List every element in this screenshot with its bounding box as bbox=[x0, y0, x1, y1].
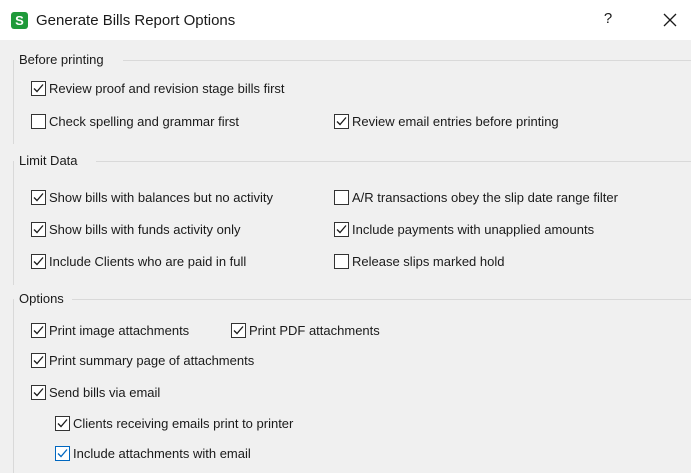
checkbox-label: Print PDF attachments bbox=[249, 323, 380, 338]
checkbox-label: Print image attachments bbox=[49, 323, 190, 338]
checkbox-label: Review proof and revision stage bills fi… bbox=[49, 81, 285, 96]
checkmark-icon bbox=[33, 257, 44, 266]
checkbox-box[interactable] bbox=[334, 222, 349, 237]
checkbox-label: Show bills with funds activity only bbox=[49, 222, 241, 237]
checkbox-box[interactable] bbox=[334, 190, 349, 205]
checkbox-check-spelling[interactable]: Check spelling and grammar first bbox=[31, 114, 239, 129]
checkbox-show-bills-funds[interactable]: Show bills with funds activity only bbox=[31, 222, 240, 237]
checkbox-send-bills-email[interactable]: Send bills via email bbox=[31, 385, 160, 400]
checkmark-icon bbox=[57, 419, 68, 428]
group-border bbox=[13, 161, 14, 285]
checkbox-print-summary-page[interactable]: Print summary page of attachments bbox=[31, 353, 254, 368]
checkbox-label: A/R transactions obey the slip date rang… bbox=[352, 190, 618, 205]
group-border bbox=[13, 299, 14, 473]
checkbox-box[interactable] bbox=[334, 254, 349, 269]
close-button[interactable] bbox=[656, 8, 684, 32]
group-border bbox=[96, 161, 691, 162]
checkmark-icon bbox=[33, 326, 44, 335]
checkbox-label: Show bills with balances but no activity bbox=[49, 190, 274, 205]
checkbox-box[interactable] bbox=[31, 254, 46, 269]
checkbox-label: Review email entries before printing bbox=[352, 114, 559, 129]
dialog-title: Generate Bills Report Options bbox=[36, 12, 236, 29]
checkbox-box[interactable] bbox=[31, 353, 46, 368]
checkbox-clients-print-to-printer[interactable]: Clients receiving emails print to printe… bbox=[55, 416, 293, 431]
checkmark-icon bbox=[57, 449, 68, 458]
checkbox-include-clients-paid[interactable]: Include Clients who are paid in full bbox=[31, 254, 246, 269]
checkbox-box[interactable] bbox=[31, 81, 46, 96]
checkbox-label: Include Clients who are paid in full bbox=[49, 254, 247, 269]
title-bar: S Generate Bills Report Options ? bbox=[0, 0, 691, 40]
checkbox-review-proof[interactable]: Review proof and revision stage bills fi… bbox=[31, 81, 285, 96]
checkbox-box[interactable] bbox=[334, 114, 349, 129]
group-label-before-printing: Before printing bbox=[19, 52, 104, 67]
checkbox-print-pdf-attachments[interactable]: Print PDF attachments bbox=[231, 323, 380, 338]
checkbox-print-image-attachments[interactable]: Print image attachments bbox=[31, 323, 189, 338]
app-logo-icon: S bbox=[11, 12, 28, 29]
checkbox-label: Release slips marked hold bbox=[352, 254, 505, 269]
checkbox-release-slips[interactable]: Release slips marked hold bbox=[334, 254, 504, 269]
checkbox-label: Include attachments with email bbox=[73, 446, 251, 461]
checkmark-icon bbox=[33, 225, 44, 234]
checkbox-box[interactable] bbox=[31, 323, 46, 338]
checkbox-label: Clients receiving emails print to printe… bbox=[73, 416, 294, 431]
checkbox-review-email-entries[interactable]: Review email entries before printing bbox=[334, 114, 559, 129]
checkbox-include-payments[interactable]: Include payments with unapplied amounts bbox=[334, 222, 594, 237]
checkmark-icon bbox=[336, 225, 347, 234]
checkbox-ar-transactions[interactable]: A/R transactions obey the slip date rang… bbox=[334, 190, 618, 205]
checkmark-icon bbox=[33, 84, 44, 93]
group-border bbox=[72, 299, 691, 300]
checkmark-icon bbox=[336, 117, 347, 126]
dialog-body: Before printing Review proof and revisio… bbox=[0, 40, 691, 473]
checkmark-icon bbox=[233, 326, 244, 335]
checkbox-include-attachments-email[interactable]: Include attachments with email bbox=[55, 446, 251, 461]
checkbox-box[interactable] bbox=[231, 323, 246, 338]
group-label-options: Options bbox=[19, 291, 64, 306]
group-border bbox=[13, 60, 14, 144]
checkbox-box[interactable] bbox=[31, 385, 46, 400]
checkbox-label: Send bills via email bbox=[49, 385, 161, 400]
checkbox-label: Check spelling and grammar first bbox=[49, 114, 240, 129]
checkbox-box[interactable] bbox=[55, 446, 70, 461]
checkmark-icon bbox=[33, 193, 44, 202]
checkbox-box[interactable] bbox=[55, 416, 70, 431]
checkbox-label: Print summary page of attachments bbox=[49, 353, 255, 368]
group-label-limit-data: Limit Data bbox=[19, 153, 78, 168]
checkbox-label: Include payments with unapplied amounts bbox=[352, 222, 595, 237]
checkbox-box[interactable] bbox=[31, 114, 46, 129]
checkmark-icon bbox=[33, 356, 44, 365]
checkbox-box[interactable] bbox=[31, 222, 46, 237]
group-border bbox=[123, 60, 691, 61]
help-button[interactable]: ? bbox=[598, 10, 618, 30]
checkbox-show-bills-balances[interactable]: Show bills with balances but no activity bbox=[31, 190, 273, 205]
checkmark-icon bbox=[33, 388, 44, 397]
close-icon bbox=[663, 13, 677, 27]
checkbox-box[interactable] bbox=[31, 190, 46, 205]
